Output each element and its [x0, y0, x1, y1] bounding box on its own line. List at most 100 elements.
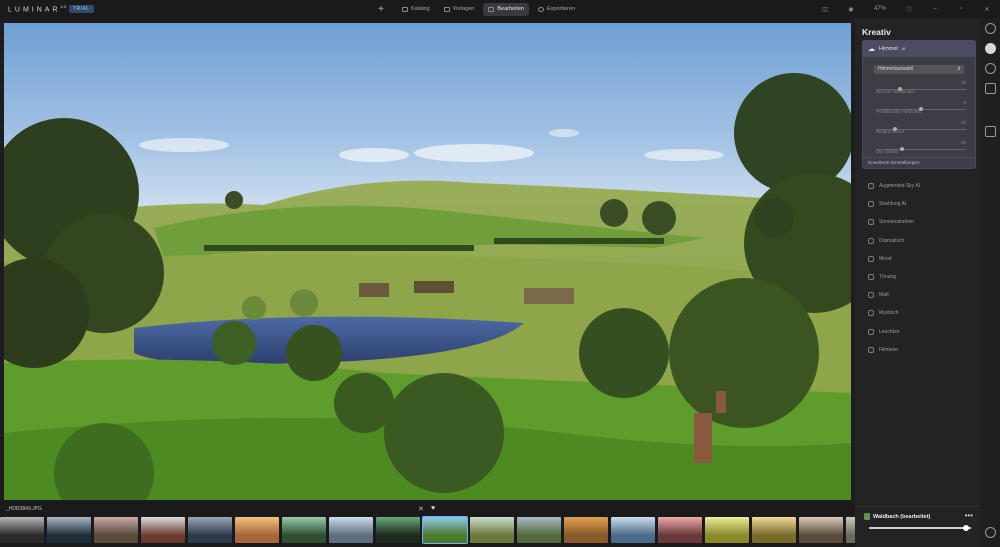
minimize-icon[interactable]: –	[922, 6, 948, 12]
tab-katalog[interactable]: Katalog	[397, 3, 435, 16]
top-right-tools: ◫ ◉ 47% ⓘ – ▫ ✕	[812, 0, 1000, 18]
advanced-settings-button[interactable]: Erweiterte Einstellungen	[862, 157, 976, 169]
edit-icon	[488, 6, 495, 12]
help-icon[interactable]	[985, 527, 996, 538]
add-button[interactable]: +	[375, 4, 387, 15]
tool-icon	[868, 237, 874, 244]
filmstrip-thumbnail[interactable]	[611, 517, 655, 543]
filmstrip-thumbnail[interactable]	[422, 516, 468, 544]
compare-icon[interactable]: ◫	[812, 6, 838, 13]
tool-item[interactable]: Strahlung AI	[868, 195, 976, 213]
slider-knob[interactable]	[900, 147, 905, 151]
sky-module: ☁ Himmel AI Himmelauswahl ⇕ Himmel Verbl…	[862, 40, 976, 169]
filmstrip-thumbnail[interactable]	[799, 517, 843, 543]
tool-icon	[868, 346, 874, 353]
favorite-heart-icon[interactable]: ♥	[431, 505, 435, 512]
maximize-icon[interactable]: ▫	[948, 6, 974, 12]
tool-item[interactable]: Matt	[868, 286, 976, 304]
tool-icon	[868, 310, 874, 317]
filmstrip-thumbnail[interactable]	[705, 517, 749, 543]
tool-item[interactable]: Mystisch	[868, 304, 976, 322]
chevron-updown-icon: ⇕	[956, 66, 961, 72]
filmstrip-thumbnail[interactable]	[517, 517, 561, 543]
filmstrip-thumbnail[interactable]	[658, 517, 702, 543]
tool-label: Augmented Sky AI	[879, 183, 921, 190]
tool-item[interactable]: Dramatisch	[868, 232, 976, 250]
landscape-photo	[4, 23, 851, 500]
tool-label: Matt	[879, 292, 889, 299]
filmstrip-thumbnail[interactable]	[0, 517, 44, 543]
tool-item[interactable]: Augmented Sky AI	[868, 177, 976, 195]
tool-icon	[868, 201, 874, 208]
sun-icon[interactable]	[985, 23, 996, 34]
cloud-icon: ☁	[868, 45, 875, 53]
filmstrip-thumbnail[interactable]	[47, 517, 91, 543]
zoom-level[interactable]: 47%	[864, 6, 896, 12]
app-logo: LUMINAR4.3	[8, 4, 67, 14]
info-icon[interactable]: ⓘ	[896, 5, 922, 14]
preset-amount-slider[interactable]	[869, 527, 971, 529]
tool-item[interactable]: Tönung	[868, 268, 976, 286]
eye-icon[interactable]: ◉	[838, 6, 864, 13]
catalog-icon	[402, 6, 408, 12]
slider-sky-global[interactable]: Sky Global 20	[876, 140, 966, 154]
tool-label: Mystisch	[879, 310, 899, 317]
tool-icon	[868, 274, 874, 281]
export-icon	[537, 6, 544, 12]
tool-item[interactable]: Mood	[868, 250, 976, 268]
trial-badge: TRIAL	[69, 5, 94, 13]
pro-tools-icon[interactable]	[985, 83, 996, 94]
filmstrip-thumbnail[interactable]	[329, 517, 373, 543]
main-nav: + Katalog Vorlagen Bearbeiten Exportiere…	[375, 2, 580, 16]
tool-item[interactable]: Leuchten	[868, 323, 976, 341]
preset-amount-knob[interactable]	[963, 525, 969, 531]
tab-vorlagen[interactable]: Vorlagen	[439, 3, 480, 16]
preset-thumbnail-icon	[864, 513, 870, 520]
face-icon[interactable]	[985, 63, 996, 74]
photo-canvas[interactable]	[4, 23, 851, 500]
close-icon[interactable]: ✕	[974, 6, 1000, 13]
panel-title: Kreativ	[862, 27, 891, 37]
preset-bar: Waldbach (bearbeitet) •••	[855, 506, 981, 546]
filmstrip-thumbnail[interactable]	[141, 517, 185, 543]
more-options-icon[interactable]: •••	[965, 511, 973, 520]
tool-label: Tönung	[879, 274, 896, 281]
filmstrip-thumbnail[interactable]	[188, 517, 232, 543]
tool-item[interactable]: Filmkorn	[868, 341, 976, 359]
filmstrip-thumbnail[interactable]	[564, 517, 608, 543]
filmstrip-thumbnail[interactable]	[235, 517, 279, 543]
tool-icon	[868, 255, 874, 262]
filmstrip-thumbnail[interactable]	[470, 517, 514, 543]
tool-label: Strahlung AI	[879, 201, 907, 208]
preset-name: Waldbach (bearbeitet)	[873, 514, 931, 520]
sky-select-dropdown[interactable]: Himmelauswahl ⇕	[874, 65, 964, 74]
tab-bearbeiten[interactable]: Bearbeiten	[483, 2, 529, 16]
tool-label: Filmkorn	[879, 346, 899, 353]
slider-horizon-position[interactable]: Position des Horizonts 0	[876, 100, 966, 114]
slider-himmel-verblenden[interactable]: Himmel Verblenden 25	[876, 80, 966, 94]
text-icon[interactable]	[985, 126, 996, 137]
slider-knob[interactable]	[919, 107, 923, 111]
palette-icon[interactable]	[985, 43, 996, 54]
close-filmstrip-icon[interactable]: ✕	[418, 505, 424, 513]
tool-item[interactable]: Sonnenstrahlen	[868, 213, 976, 231]
tool-category-bar	[981, 18, 1000, 547]
tool-label: Mood	[879, 255, 892, 262]
top-bar: LUMINAR4.3 TRIAL + Katalog Vorlagen Bear…	[0, 0, 1000, 18]
tab-exportieren[interactable]: Exportieren	[533, 3, 580, 16]
filename-label: _HDR3849.JPG	[6, 506, 42, 512]
filmstrip-thumbnail[interactable]	[94, 517, 138, 543]
slider-relight-scene[interactable]: Relight Szene 20	[876, 120, 966, 134]
tool-label: Leuchten	[879, 328, 900, 335]
slider-knob[interactable]	[897, 87, 902, 91]
templates-icon	[443, 6, 450, 12]
right-panel: Kreativ ☁ Himmel AI Himmelauswahl ⇕ Himm…	[855, 18, 981, 547]
tool-label: Dramatisch	[879, 237, 905, 244]
filmstrip-thumbnail[interactable]	[376, 517, 420, 543]
filmstrip-thumbnail[interactable]	[752, 517, 796, 543]
sky-module-header[interactable]: ☁ Himmel AI	[862, 40, 976, 57]
filmstrip-thumbnail[interactable]	[282, 517, 326, 543]
tool-icon	[868, 219, 874, 226]
tool-icon	[868, 183, 874, 190]
tool-icon	[868, 328, 874, 335]
